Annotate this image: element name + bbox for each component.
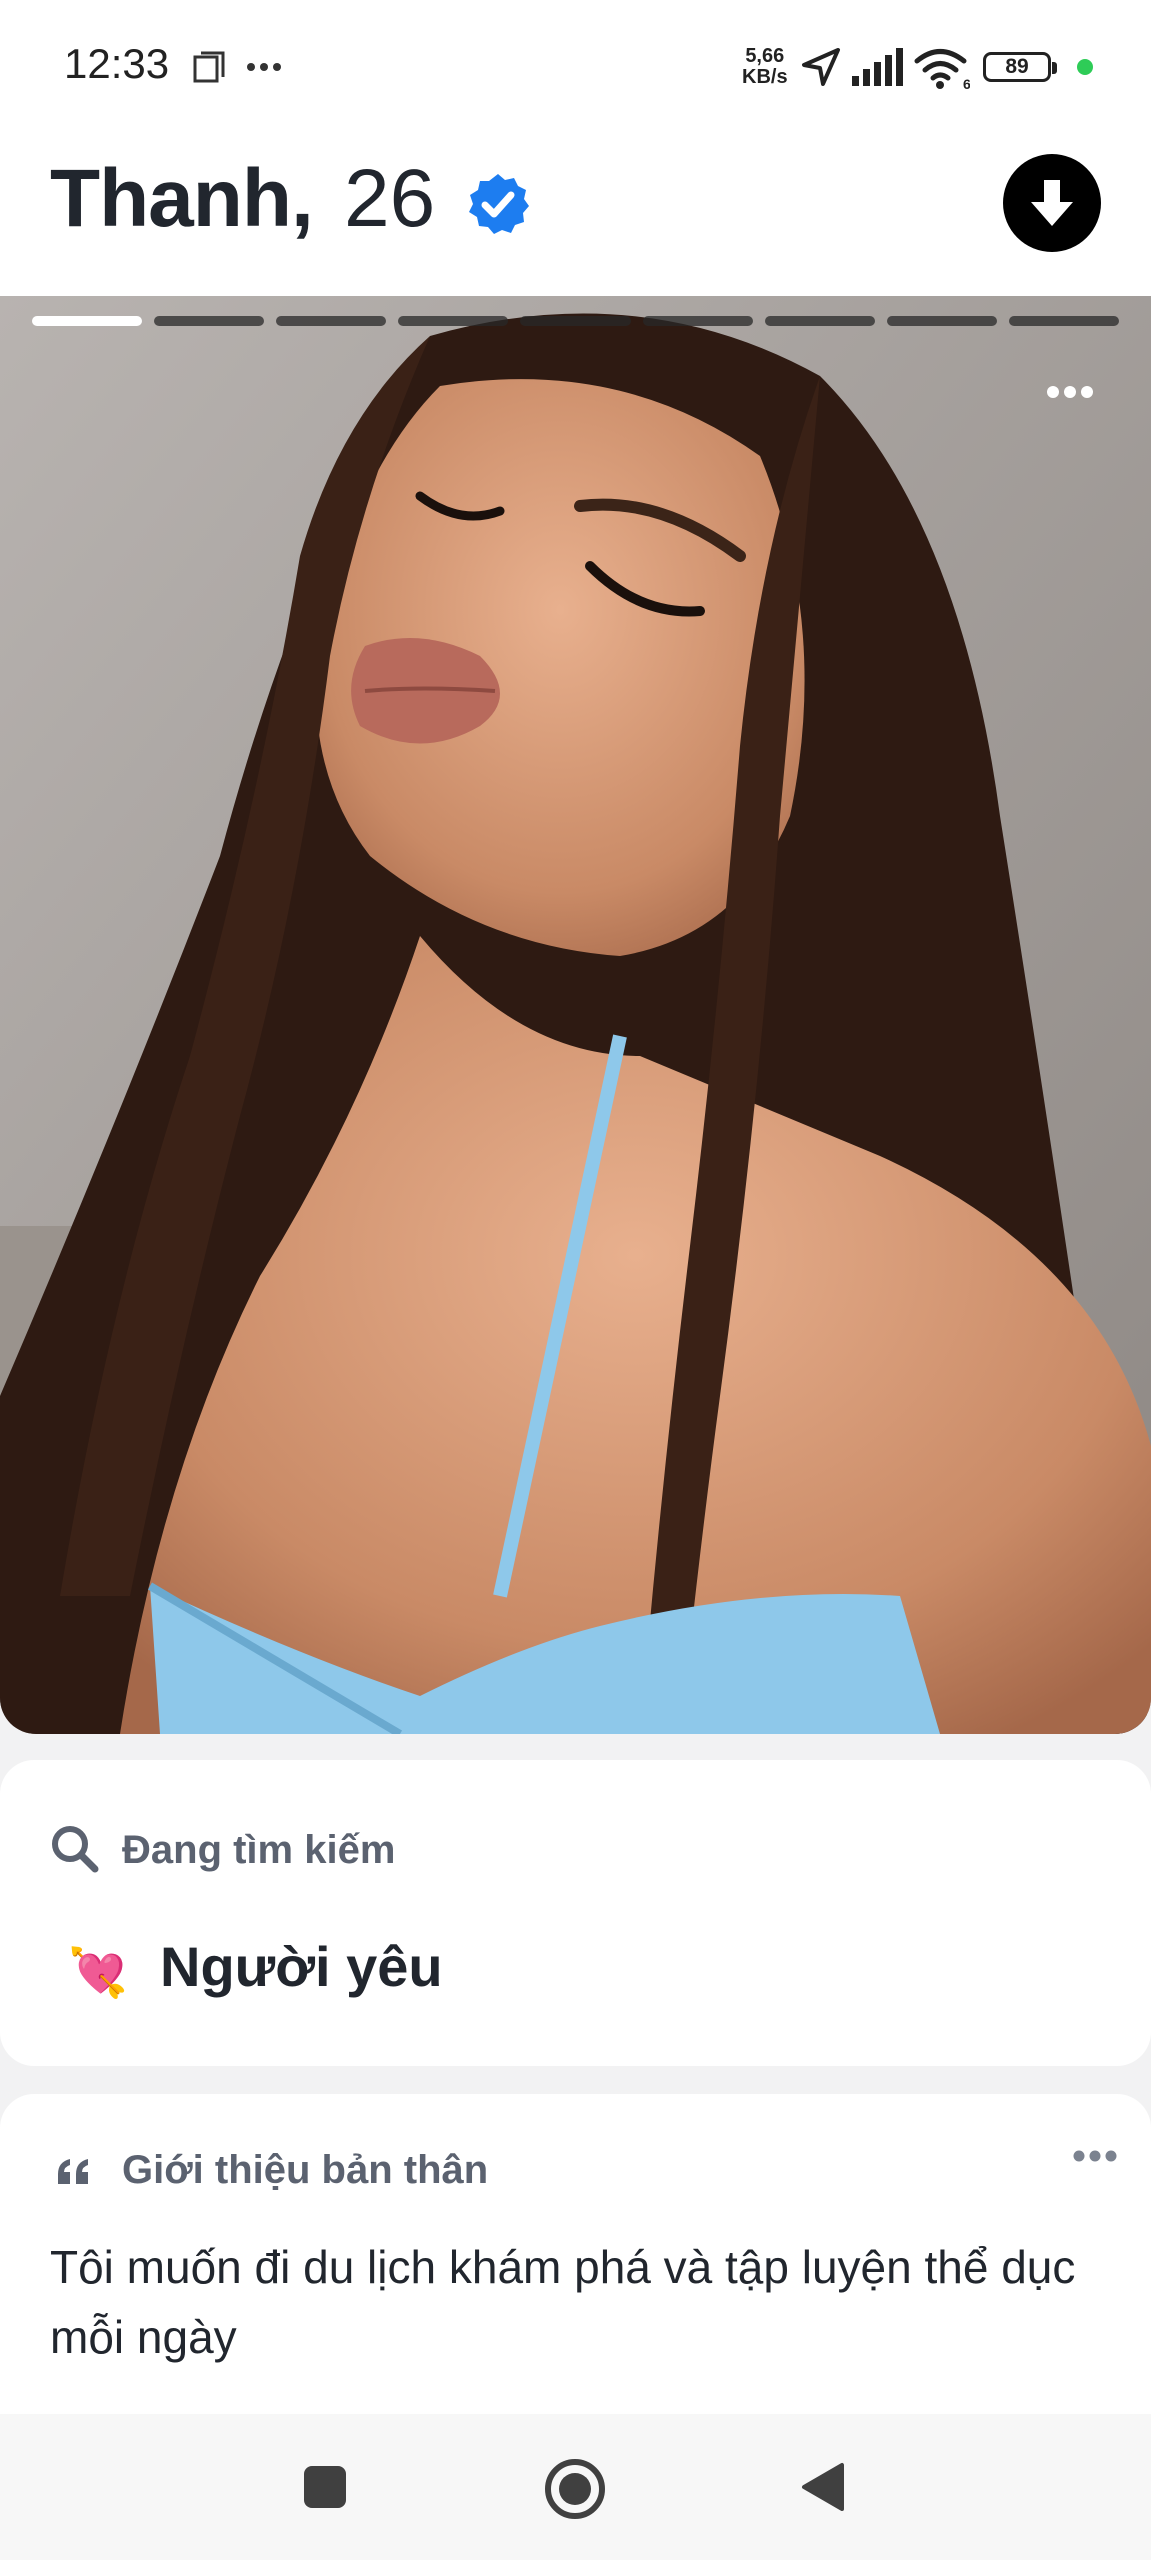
system-navigation-bar xyxy=(0,2414,1151,2560)
network-speed: 5,66 KB/s xyxy=(742,45,788,88)
about-card: Giới thiệu bản thân Tôi muốn đi du lịch … xyxy=(0,2094,1151,2414)
home-button[interactable] xyxy=(544,2458,606,2520)
looking-for-heading: Đang tìm kiếm xyxy=(122,1828,396,1872)
photo-progress-segment[interactable] xyxy=(398,316,509,326)
photo-progress-segment[interactable] xyxy=(764,316,875,326)
verified-badge-icon xyxy=(469,174,529,234)
photo-progress xyxy=(32,316,1119,326)
profile-age: 26 xyxy=(344,153,436,244)
profile-name: Thanh, xyxy=(50,153,314,244)
photo-progress-segment[interactable] xyxy=(642,316,753,326)
about-text: Tôi muốn đi du lịch khám phá và tập luyệ… xyxy=(50,2241,1076,2363)
photo-progress-segment[interactable] xyxy=(32,316,143,326)
heart-arrow-icon: 💘 xyxy=(68,1945,128,2001)
search-icon xyxy=(52,1826,99,1873)
profile-header: Thanh, 26 xyxy=(0,138,1151,296)
status-time: 12:33 xyxy=(64,40,170,87)
wifi-icon: 6 xyxy=(914,49,970,90)
charging-dot xyxy=(1077,59,1093,75)
svg-text:6: 6 xyxy=(963,76,970,90)
back-button[interactable] xyxy=(800,2462,846,2512)
quote-icon xyxy=(58,2159,88,2184)
looking-for-card: Đang tìm kiếm 💘 Người yêu xyxy=(0,1760,1151,2066)
looking-for-value: Người yêu xyxy=(160,1935,443,1998)
arrow-down-icon xyxy=(1031,180,1073,226)
photo-progress-segment[interactable] xyxy=(1008,316,1119,326)
screenshot-notification-icon xyxy=(193,51,225,83)
photo-progress-segment[interactable] xyxy=(520,316,631,326)
about-more-options-icon[interactable] xyxy=(1072,2148,1118,2164)
profile-photo-image xyxy=(0,296,1151,1734)
collapse-profile-button[interactable] xyxy=(1003,154,1101,252)
status-bar: 12:33 5,66 KB/s 6 89 xyxy=(0,0,1151,138)
battery-indicator: 89 xyxy=(983,52,1057,82)
recent-apps-button[interactable] xyxy=(302,2464,348,2510)
profile-photo[interactable] xyxy=(0,296,1151,1734)
photo-progress-segment[interactable] xyxy=(276,316,387,326)
location-arrow-icon xyxy=(802,48,840,86)
photo-progress-segment[interactable] xyxy=(886,316,997,326)
photo-more-options-icon[interactable] xyxy=(1046,384,1094,400)
about-heading: Giới thiệu bản thân xyxy=(122,2148,489,2192)
more-notifications-icon xyxy=(247,63,281,71)
cellular-signal-icon xyxy=(852,48,903,86)
photo-progress-segment[interactable] xyxy=(154,316,265,326)
